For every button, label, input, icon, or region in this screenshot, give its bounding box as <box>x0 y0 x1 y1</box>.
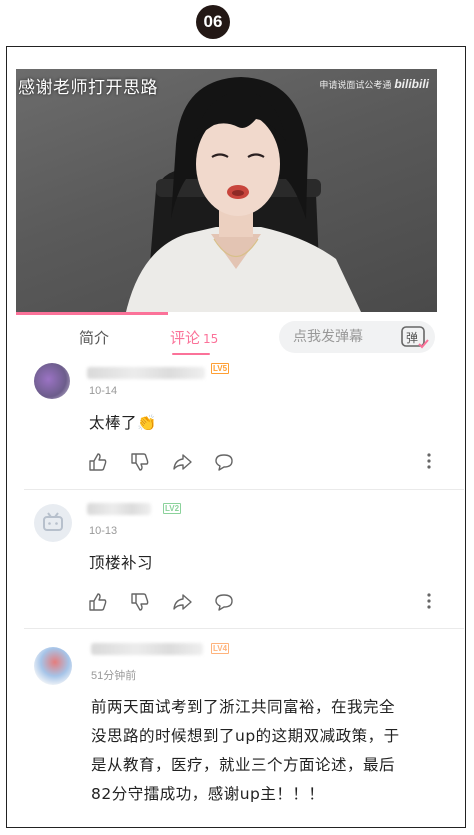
tab-bar: 简介 评论 15 点我发弹幕 弹 <box>7 315 464 359</box>
share-icon[interactable] <box>171 451 193 473</box>
avatar[interactable] <box>34 363 70 399</box>
tab-intro[interactable]: 简介 <box>79 327 109 348</box>
comment-time: 10-14 <box>89 385 118 397</box>
danmaku-toggle-button[interactable]: 弹 <box>397 321 431 353</box>
reply-icon[interactable] <box>213 451 235 473</box>
comment-text-line: 没思路的时候想到了up的这期双减政策，于 <box>91 727 400 745</box>
danmaku-icon: 弹 <box>401 326 429 349</box>
comment-item: LV4 51分钟前 前两天面试考到了浙江共同富裕，在我完全 没思路的时候想到了u… <box>7 635 464 825</box>
comment-text-line: 前两天面试考到了浙江共同富裕，在我完全 <box>91 698 396 716</box>
bilibili-watermark: 申请说面试公考通 bilibili <box>319 77 429 91</box>
active-tab-indicator <box>172 353 210 355</box>
reply-icon[interactable] <box>213 591 235 613</box>
avatar[interactable] <box>34 647 72 685</box>
like-icon[interactable] <box>87 591 109 613</box>
comment-text-line: 82分守擂成功，感谢up主！！！ <box>91 785 325 803</box>
level-badge: LV4 <box>211 643 230 654</box>
bilibili-tv-avatar-icon <box>43 512 63 531</box>
tab-comments-label: 评论 <box>170 329 201 347</box>
comment-text: 太棒了👏 <box>89 414 157 432</box>
more-options-icon[interactable] <box>425 591 433 611</box>
bilibili-logo: bilibili <box>394 77 429 91</box>
tab-comments[interactable]: 评论 15 <box>170 327 218 348</box>
more-options-icon[interactable] <box>425 451 433 471</box>
watermark-text: 申请说面试公考通 <box>319 80 392 90</box>
comment-text: 顶楼补习 <box>89 554 154 572</box>
danmaku-button-label: 弹 <box>406 331 418 345</box>
level-badge: LV5 <box>211 363 230 374</box>
username-blurred[interactable] <box>91 643 203 655</box>
dislike-icon[interactable] <box>129 591 151 613</box>
phone-screenshot: 感谢老师打开思路 申请说面试公考通 bilibili 简介 评论 15 点我发弹幕 … <box>6 46 466 828</box>
level-badge: LV2 <box>163 503 182 514</box>
share-icon[interactable] <box>171 591 193 613</box>
comment-time: 51分钟前 <box>91 670 137 682</box>
comment-time: 10-13 <box>89 525 118 537</box>
step-badge: 06 <box>196 5 230 39</box>
username-blurred[interactable] <box>87 503 151 515</box>
dislike-icon[interactable] <box>129 451 151 473</box>
avatar[interactable] <box>34 504 72 542</box>
comment-count: 15 <box>203 332 219 346</box>
video-title: 感谢老师打开思路 <box>18 78 158 98</box>
username-blurred[interactable] <box>87 367 205 379</box>
video-frame-illustration <box>126 77 361 312</box>
comment-item: LV5 10-14 太棒了👏 <box>7 359 464 487</box>
divider <box>24 489 464 490</box>
comment-text-line: 是从教育，医疗，就业三个方面论述，最后 <box>91 756 396 774</box>
divider <box>24 628 464 629</box>
comment-item: LV2 10-13 顶楼补习 <box>7 495 464 623</box>
video-player[interactable]: 感谢老师打开思路 申请说面试公考通 bilibili <box>16 69 437 312</box>
like-icon[interactable] <box>87 451 109 473</box>
